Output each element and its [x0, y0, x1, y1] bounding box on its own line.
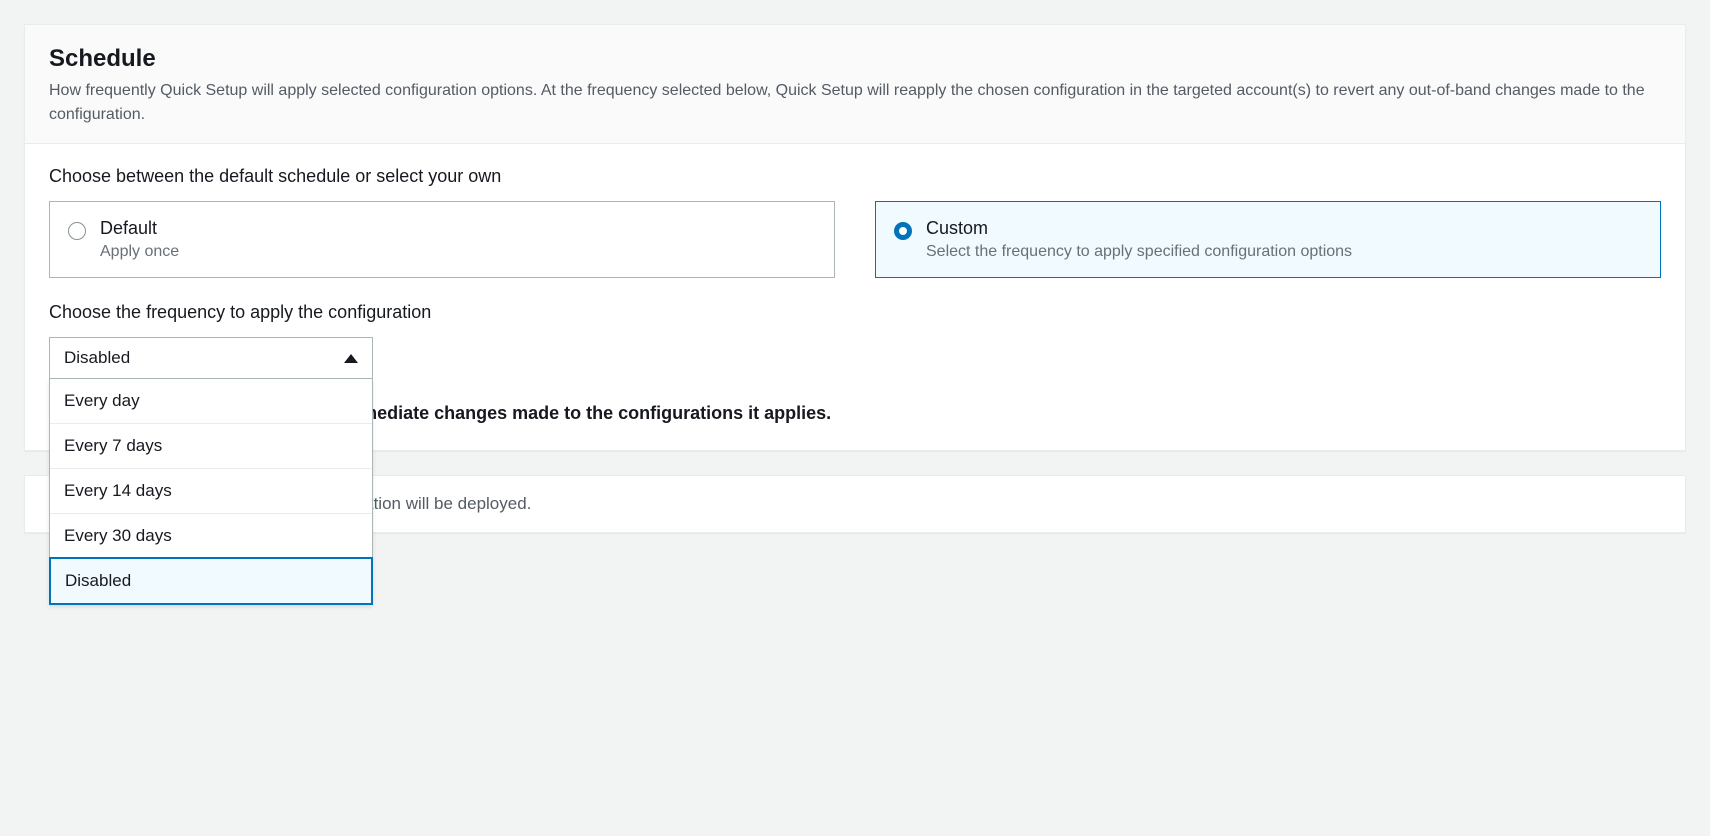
- schedule-option-default[interactable]: Default Apply once: [49, 201, 835, 278]
- schedule-option-custom[interactable]: Custom Select the frequency to apply spe…: [875, 201, 1661, 278]
- frequency-select-button[interactable]: Disabled: [49, 337, 373, 379]
- frequency-select: Disabled Every day Every 7 days Every 14…: [49, 337, 373, 379]
- radio-icon: [894, 222, 912, 240]
- schedule-subtitle: How frequently Quick Setup will apply se…: [49, 79, 1661, 127]
- schedule-option-default-title: Default: [100, 218, 179, 239]
- schedule-option-custom-title: Custom: [926, 218, 1352, 239]
- schedule-card-body: Choose between the default schedule or s…: [25, 144, 1685, 450]
- frequency-option-every-30-days[interactable]: Every 30 days: [50, 513, 372, 558]
- frequency-label: Choose the frequency to apply the config…: [49, 302, 1661, 323]
- schedule-card: Schedule How frequently Quick Setup will…: [24, 24, 1686, 451]
- frequency-option-every-7-days[interactable]: Every 7 days: [50, 423, 372, 468]
- frequency-option-every-day[interactable]: Every day: [50, 379, 372, 423]
- schedule-radio-group: Default Apply once Custom Select the fre…: [49, 201, 1661, 278]
- schedule-option-default-desc: Apply once: [100, 243, 179, 261]
- radio-icon: [68, 222, 86, 240]
- frequency-selected-value: Disabled: [64, 348, 130, 368]
- schedule-option-custom-desc: Select the frequency to apply specified …: [926, 243, 1352, 261]
- frequency-select-listbox: Every day Every 7 days Every 14 days Eve…: [49, 379, 373, 605]
- frequency-option-every-14-days[interactable]: Every 14 days: [50, 468, 372, 513]
- caret-up-icon: [344, 354, 358, 363]
- schedule-card-header: Schedule How frequently Quick Setup will…: [25, 25, 1685, 144]
- schedule-choice-label: Choose between the default schedule or s…: [49, 166, 1661, 187]
- frequency-option-disabled[interactable]: Disabled: [49, 557, 373, 605]
- schedule-title: Schedule: [49, 45, 1661, 73]
